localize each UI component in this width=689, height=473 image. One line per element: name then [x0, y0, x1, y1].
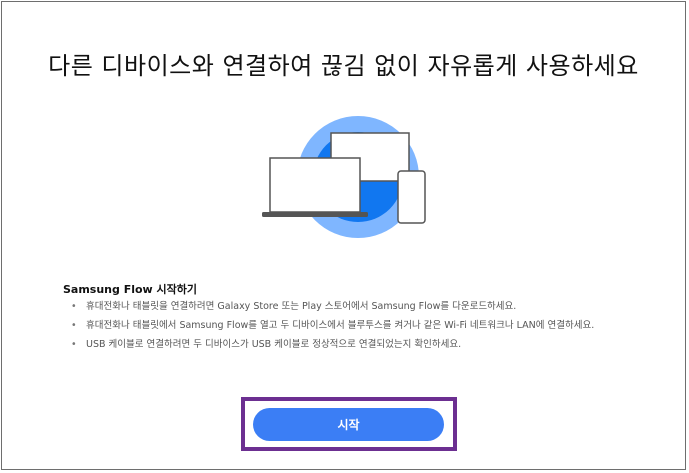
info-list: • 휴대전화나 태블릿을 연결하려면 Galaxy Store 또는 Play … — [63, 300, 638, 357]
bullet-icon: • — [71, 339, 77, 350]
devices-illustration-icon — [262, 116, 426, 238]
info-title: Samsung Flow 시작하기 — [63, 283, 198, 296]
bullet-icon: • — [71, 301, 77, 312]
laptop-base-shape — [262, 212, 368, 217]
start-button[interactable]: 시작 — [253, 408, 444, 441]
list-item-text: USB 케이블로 연결하려면 두 디바이스가 USB 케이블로 정상적으로 연결… — [86, 339, 462, 350]
list-item: • USB 케이블로 연결하려면 두 디바이스가 USB 케이블로 정상적으로 … — [63, 338, 638, 352]
list-item: • 휴대전화나 태블릿에서 Samsung Flow를 열고 두 디바이스에서 … — [63, 319, 638, 333]
laptop-screen-shape — [269, 157, 361, 213]
list-item-text: 휴대전화나 태블릿에서 Samsung Flow를 열고 두 디바이스에서 블루… — [86, 320, 595, 331]
bullet-icon: • — [71, 320, 77, 331]
phone-shape — [397, 170, 426, 224]
list-item-text: 휴대전화나 태블릿을 연결하려면 Galaxy Store 또는 Play 스토… — [86, 301, 517, 312]
list-item: • 휴대전화나 태블릿을 연결하려면 Galaxy Store 또는 Play … — [63, 300, 638, 314]
